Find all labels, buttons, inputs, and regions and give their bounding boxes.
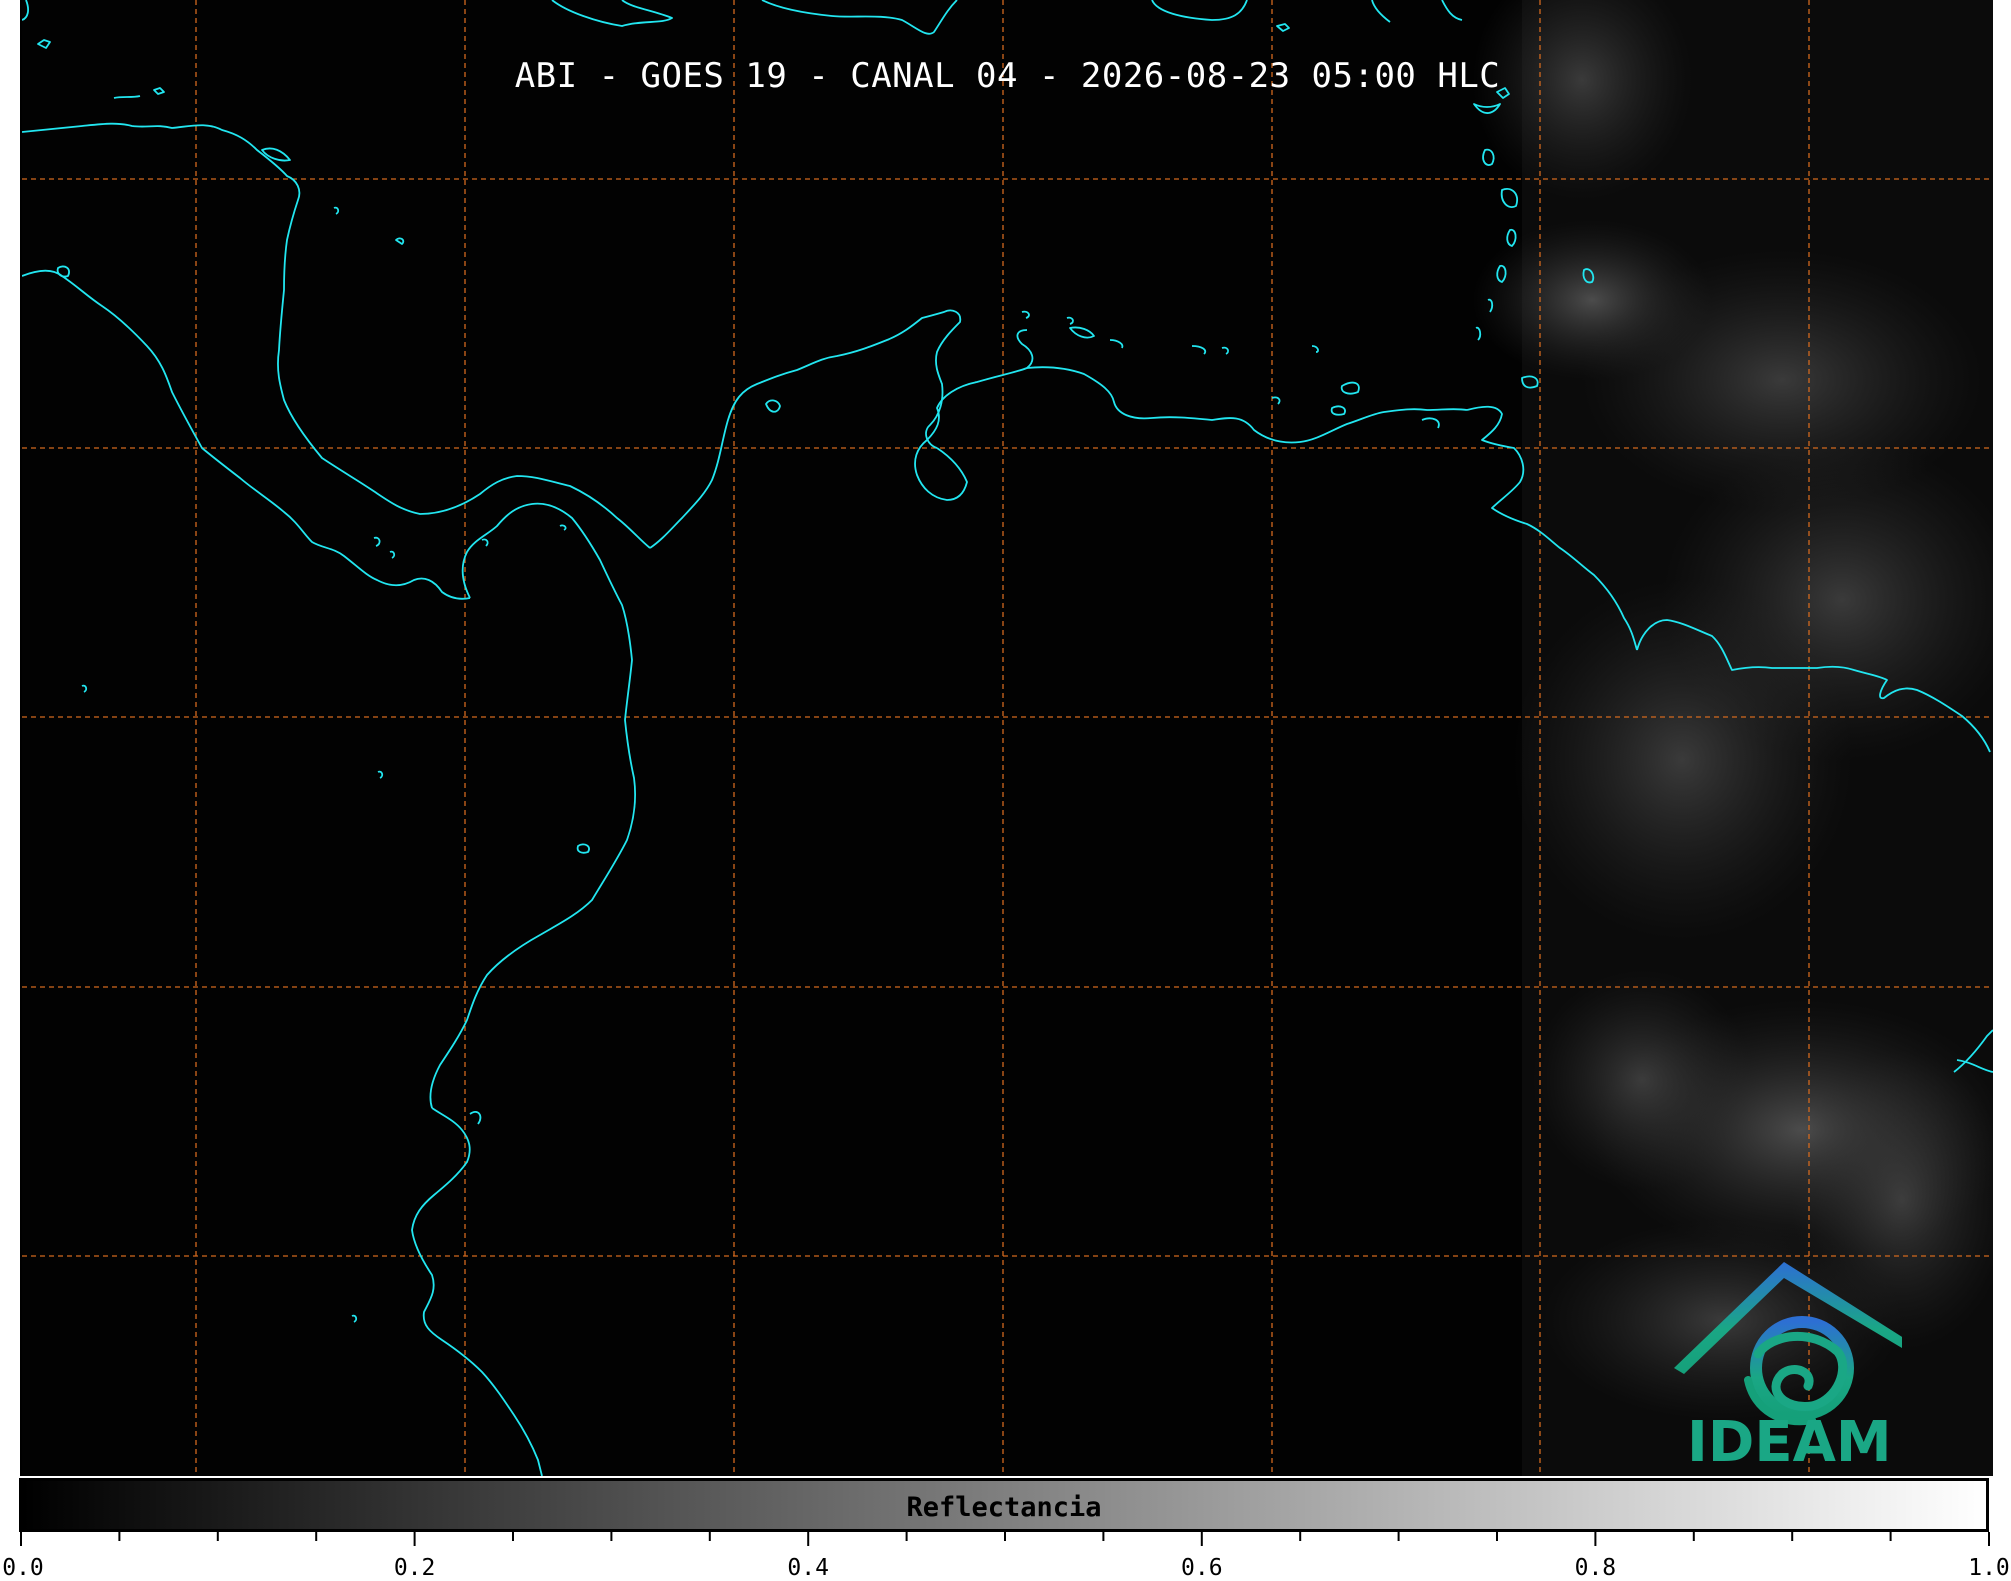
coastline-caribbean-colombia bbox=[649, 309, 962, 549]
coastline-guajira bbox=[914, 329, 1034, 501]
map-title: ABI - GOES 19 - CANAL 04 - 2026-08-23 05… bbox=[514, 56, 1501, 96]
colorbar-tick-label: 0.8 bbox=[1574, 1555, 1617, 1581]
colorbar-tick-label: 1.0 bbox=[1968, 1555, 2010, 1581]
colorbar-tick-label: 0.4 bbox=[787, 1555, 829, 1581]
coastline-venezuela bbox=[1026, 366, 1468, 444]
colorbar-tick-label: 0.6 bbox=[1181, 1555, 1223, 1581]
coastline-panama bbox=[429, 502, 637, 1109]
coastline-pacific-south bbox=[411, 1107, 543, 1476]
colorbar-label: Reflectancia bbox=[906, 1492, 1102, 1523]
satellite-image-map: ABI - GOES 19 - CANAL 04 - 2026-08-23 05… bbox=[20, 0, 1993, 1476]
coastline-pacific-central-america bbox=[22, 269, 471, 600]
colorbar-tick-label: 0.2 bbox=[393, 1555, 436, 1581]
coastline-greater-antilles bbox=[551, 0, 673, 27]
colorbar-ticks bbox=[20, 1532, 1990, 1546]
coastline-yucatan bbox=[22, 122, 651, 549]
coastline-hispaniola bbox=[761, 0, 958, 35]
ideam-logo-text: IDEAM bbox=[1687, 1410, 1892, 1475]
colorbar-tick-label: 0.0 bbox=[2, 1555, 44, 1581]
colorbar: Reflectancia bbox=[19, 1478, 1989, 1532]
coastline-puerto-rico bbox=[1151, 0, 1248, 21]
